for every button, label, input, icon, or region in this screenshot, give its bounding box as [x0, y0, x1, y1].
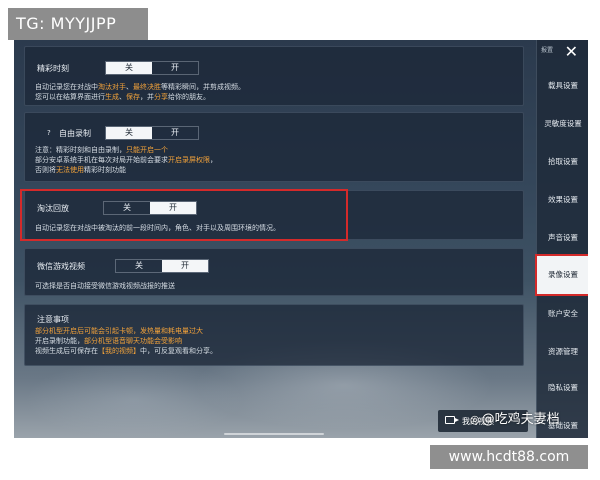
toggle-off-option[interactable]: 关: [106, 62, 152, 74]
settings-sidebar: 报置 ✕ 载具设置 灵敏度设置 拾取设置 效果设置 声音设置 录像设置 账户安全…: [535, 40, 588, 438]
sidebar-item-account-security[interactable]: 账户安全: [537, 308, 588, 319]
panel-description-line: 开启录制功能，部分机型语音聊天功能会受影响: [35, 337, 182, 345]
panel-description-line: 部分安卓系统手机在每次对局开始前会要求开启录屏权限，: [35, 156, 217, 164]
background-cloud: [24, 360, 244, 438]
panel-description-line: 视频生成后可保存在【我的视频】中，可反复观看和分享。: [35, 347, 217, 355]
author-watermark: ◎ @吃鸡夫妻档: [470, 412, 560, 427]
site-watermark-label: www.hcdt88.com: [430, 445, 588, 469]
panel-title: 自由录制: [59, 129, 91, 138]
sidebar-item-sensitivity[interactable]: 灵敏度设置: [537, 118, 588, 129]
sidebar-item-resources[interactable]: 资源管理: [537, 346, 588, 357]
panel-notes: 注意事项 部分机型开启后可能会引起卡顿，发热量和耗电量过大 开启录制功能，部分机…: [24, 304, 524, 366]
video-camera-icon: [445, 416, 459, 424]
panel-description-line: 部分机型开启后可能会引起卡顿，发热量和耗电量过大: [35, 327, 203, 335]
highlight-annotation-box: [20, 189, 348, 241]
panel-title: 注意事项: [37, 315, 69, 324]
toggle-off-option[interactable]: 关: [116, 260, 162, 272]
panel-description-line: 您可以在结算界面进行生成、保存，并分享给你的朋友。: [35, 93, 210, 101]
toggle-on-option[interactable]: 开: [152, 127, 198, 139]
sidebar-item-effects[interactable]: 效果设置: [537, 194, 588, 205]
close-icon[interactable]: ✕: [565, 42, 578, 61]
scroll-indicator[interactable]: [224, 433, 324, 435]
toggle-on-option[interactable]: 开: [162, 260, 208, 272]
free-record-toggle[interactable]: 关 开: [105, 126, 199, 140]
panel-description-line: 自动记录您在对战中淘汰对手、最终决胜等精彩瞬间，并剪成视频。: [35, 83, 245, 91]
sidebar-item-pickup[interactable]: 拾取设置: [537, 156, 588, 167]
tg-watermark-label: TG: MYYJJPP: [8, 8, 148, 40]
highlights-toggle[interactable]: 关 开: [105, 61, 199, 75]
sidebar-item-sound[interactable]: 声音设置: [537, 232, 588, 243]
wechat-video-toggle[interactable]: 关 开: [115, 259, 209, 273]
sidebar-item-privacy[interactable]: 隐私设置: [537, 382, 588, 393]
sidebar-item-vehicle[interactable]: 载具设置: [537, 80, 588, 91]
panel-title: 微信游戏视频: [37, 262, 85, 271]
panel-title: 精彩时刻: [37, 64, 69, 73]
highlight-annotation-box: [535, 254, 588, 296]
panel-wechat-video: 微信游戏视频 关 开 可选择是否自动接受微信游戏视频战报的推送: [24, 248, 524, 296]
report-label: 报置: [541, 47, 554, 54]
toggle-off-option[interactable]: 关: [106, 127, 152, 139]
panel-description-line: 注意：精彩时刻和自由录制，只能开启一个: [35, 146, 168, 154]
toggle-on-option[interactable]: 开: [152, 62, 198, 74]
panel-highlights: 精彩时刻 关 开 自动记录您在对战中淘汰对手、最终决胜等精彩瞬间，并剪成视频。 …: [24, 46, 524, 106]
panel-free-record: ? 自由录制 关 开 注意：精彩时刻和自由录制，只能开启一个 部分安卓系统手机在…: [24, 112, 524, 182]
weibo-icon: ◎: [470, 413, 480, 426]
help-icon[interactable]: ?: [47, 129, 51, 137]
game-settings-screen: 精彩时刻 关 开 自动记录您在对战中淘汰对手、最终决胜等精彩瞬间，并剪成视频。 …: [14, 40, 588, 438]
panel-description-line: 否则将无法使用精彩时刻功能: [35, 166, 126, 174]
panel-description-line: 可选择是否自动接受微信游戏视频战报的推送: [35, 282, 175, 290]
